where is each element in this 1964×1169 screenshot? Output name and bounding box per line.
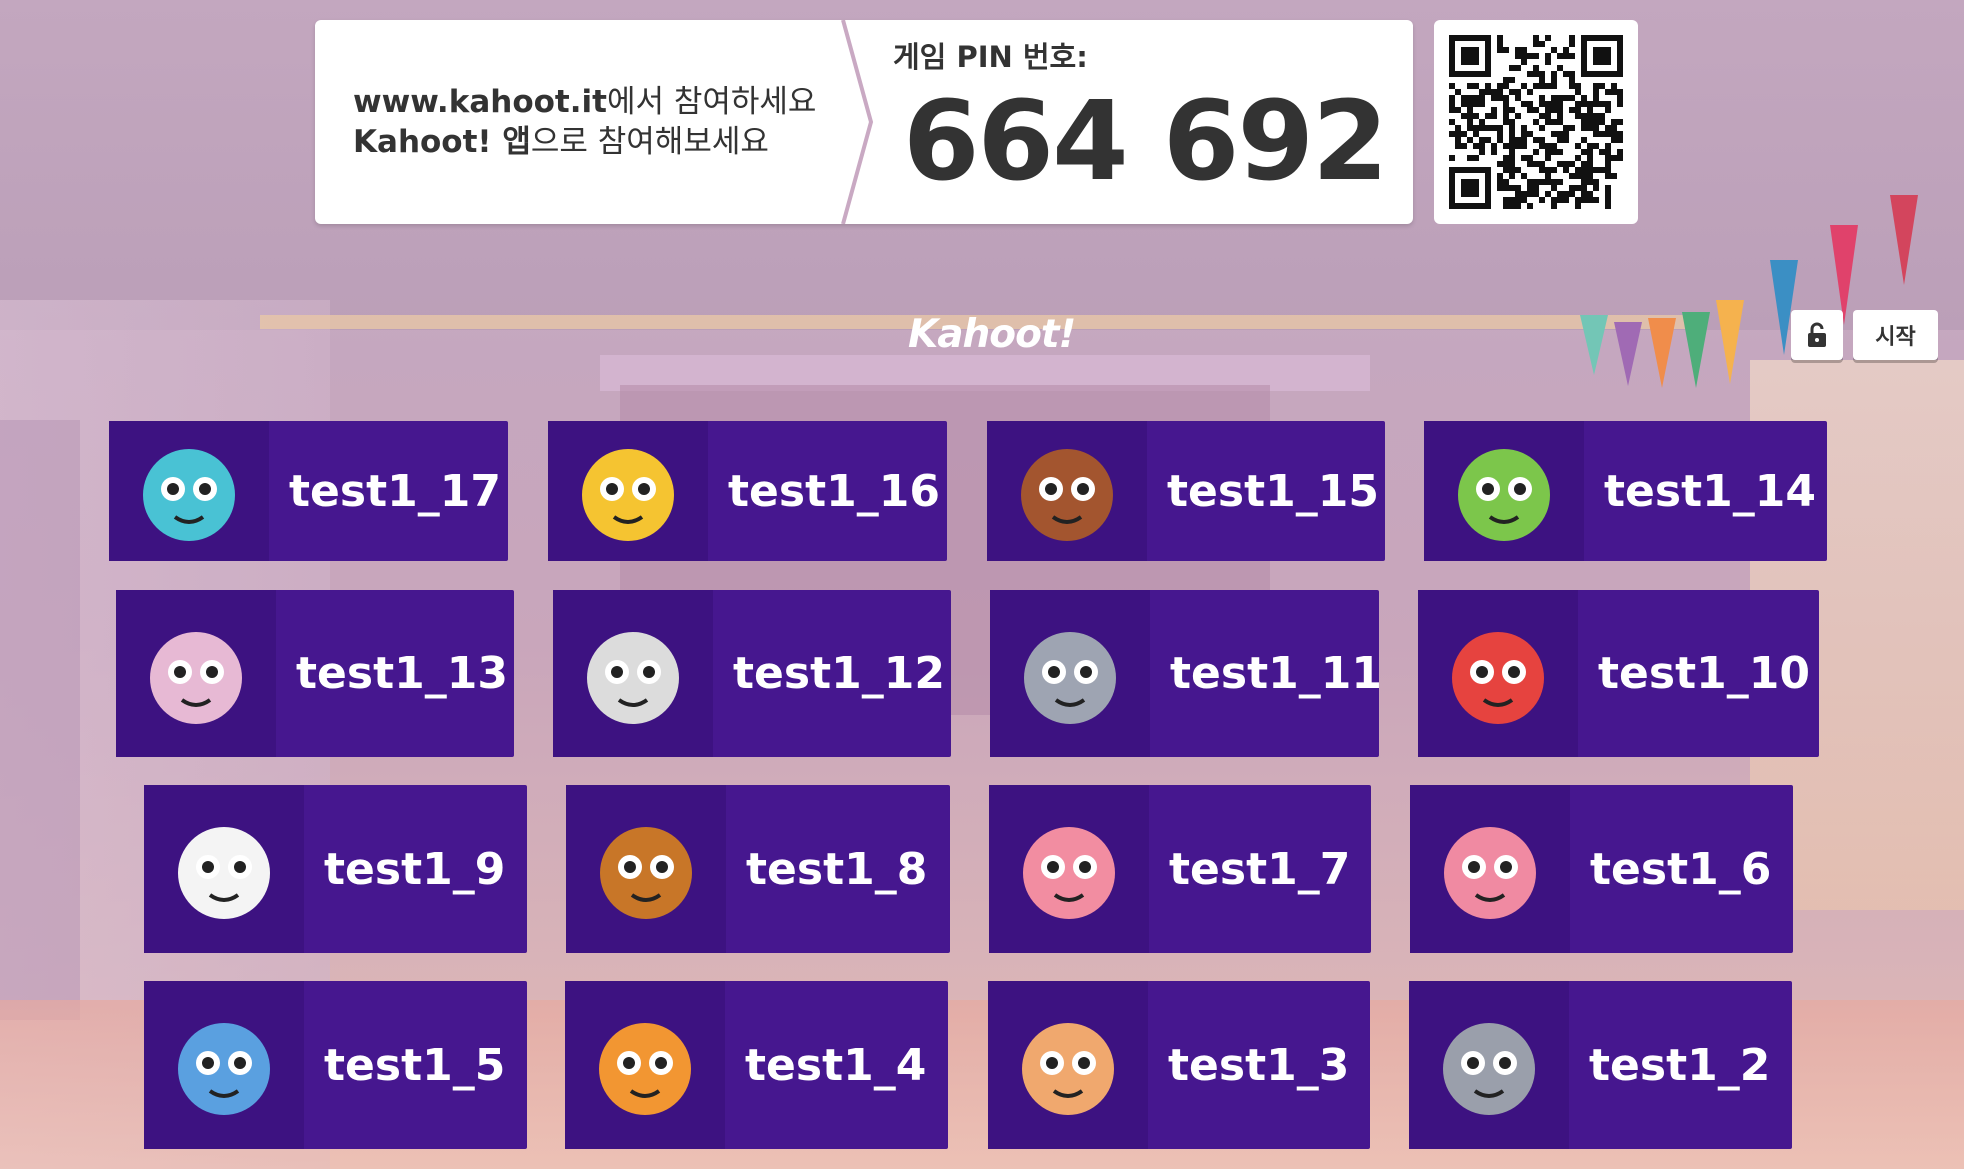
polar-bear-top-hat-icon	[587, 631, 679, 724]
lock-button[interactable]	[1791, 310, 1843, 360]
earth-helmet-icon	[144, 981, 304, 1149]
unicorn-goggles-icon	[150, 631, 242, 724]
brain-scarf-icon	[1444, 827, 1536, 919]
panda-heart-glasses-icon	[144, 785, 304, 953]
parrot-goggles-icon	[1418, 590, 1578, 757]
owl-hearts-icon	[600, 827, 692, 919]
player-tile: test1_15	[987, 421, 1385, 561]
join-instructions: www.kahoot.it에서 참여하세요 Kahoot! 앱으로 참여해보세요	[353, 84, 817, 160]
player-name: test1_14	[1604, 465, 1816, 517]
player-tile: test1_6	[1410, 785, 1793, 953]
cat-pompadour-icon	[565, 981, 725, 1149]
lock-open-icon	[1808, 322, 1826, 347]
player-tile: test1_2	[1409, 981, 1792, 1149]
player-tile: test1_9	[144, 785, 527, 953]
yeti-safari-hat-icon	[1023, 827, 1115, 919]
player-name: test1_10	[1598, 648, 1810, 699]
player-name: test1_15	[1167, 465, 1379, 517]
koala-pancakes-icon	[1443, 1023, 1535, 1115]
player-name: test1_5	[324, 1039, 506, 1091]
player-tile: test1_11	[990, 590, 1382, 757]
player-tile: test1_7	[989, 785, 1371, 953]
polar-bear-top-hat-icon	[553, 590, 713, 757]
join-url[interactable]: www.kahoot.it	[353, 84, 607, 120]
player-tile: test1_13	[116, 590, 514, 757]
yeti-safari-hat-icon	[989, 785, 1149, 953]
player-name: test1_6	[1590, 843, 1772, 895]
pin-number: 664 692	[903, 77, 1389, 205]
bear-kahoot-cap-icon	[1022, 1023, 1114, 1115]
player-name: test1_3	[1168, 1039, 1350, 1091]
kahoot-logo: Kahoot!	[908, 312, 1076, 357]
player-tile: test1_5	[144, 981, 527, 1149]
unicorn-goggles-icon	[116, 590, 276, 757]
duck-witch-hat-icon	[548, 421, 708, 561]
player-name: test1_7	[1169, 843, 1351, 895]
dino-astronaut-icon	[1458, 449, 1550, 541]
dino-astronaut-icon	[1424, 421, 1584, 561]
card-divider	[841, 20, 874, 224]
join-app: Kahoot! 앱	[353, 124, 531, 160]
earth-helmet-icon	[178, 1023, 270, 1115]
player-tile: test1_4	[565, 981, 948, 1149]
player-name: test1_2	[1589, 1039, 1771, 1091]
start-button[interactable]: 시작	[1853, 310, 1938, 360]
cat-pompadour-icon	[599, 1023, 691, 1115]
bear-kahoot-cap-icon	[988, 981, 1148, 1149]
duck-witch-hat-icon	[582, 449, 674, 541]
player-tile: test1_8	[566, 785, 950, 953]
qr-code-icon[interactable]	[1434, 20, 1638, 224]
pin-label: 게임 PIN 번호:	[893, 40, 1088, 74]
moose-monocle-icon	[987, 421, 1147, 561]
player-name: test1_8	[746, 843, 928, 895]
player-tile: test1_16	[548, 421, 947, 561]
koala-pancakes-icon	[1409, 981, 1569, 1149]
zombie-beanie-icon	[143, 449, 235, 541]
player-tile: test1_3	[988, 981, 1370, 1149]
player-name: test1_17	[289, 465, 501, 517]
player-name: test1_12	[733, 648, 945, 699]
wolf-cowboy-hat-icon	[1024, 631, 1116, 724]
player-tile: test1_14	[1424, 421, 1827, 561]
zombie-beanie-icon	[109, 421, 269, 561]
player-tile: test1_10	[1418, 590, 1819, 757]
player-tile: test1_17	[109, 421, 508, 561]
player-name: test1_11	[1170, 648, 1382, 699]
player-name: test1_13	[296, 648, 508, 699]
player-name: test1_9	[324, 843, 506, 895]
player-name: test1_4	[745, 1039, 927, 1091]
wolf-cowboy-hat-icon	[990, 590, 1150, 757]
owl-hearts-icon	[566, 785, 726, 953]
brain-scarf-icon	[1410, 785, 1570, 953]
moose-monocle-icon	[1021, 449, 1113, 541]
player-tile: test1_12	[553, 590, 951, 757]
panda-heart-glasses-icon	[178, 827, 270, 919]
player-name: test1_16	[728, 465, 940, 517]
parrot-goggles-icon	[1452, 631, 1544, 724]
game-pin-card: www.kahoot.it에서 참여하세요 Kahoot! 앱으로 참여해보세요…	[315, 20, 1413, 224]
